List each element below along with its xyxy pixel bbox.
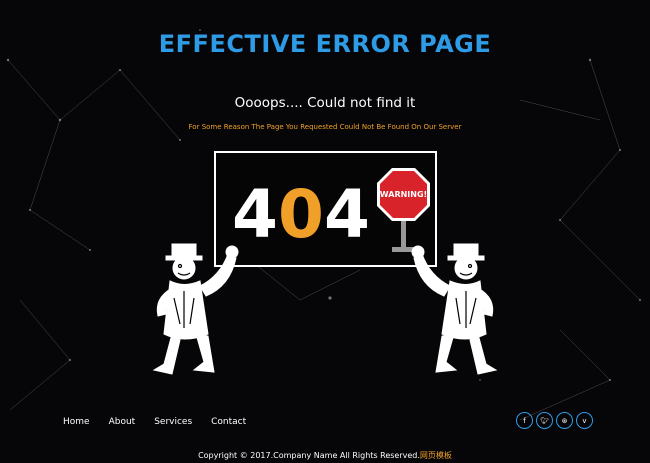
footer-link-contact[interactable]: Contact bbox=[211, 417, 246, 427]
error-heading: Oooops.... Could not find it bbox=[234, 95, 416, 111]
vimeo-icon[interactable]: v bbox=[576, 412, 593, 429]
footer-link-home[interactable]: Home bbox=[63, 417, 90, 427]
error-code: 4 0 4 bbox=[232, 175, 382, 255]
footer-link-about[interactable]: About bbox=[109, 417, 136, 427]
dribbble-icon[interactable]: ⊛ bbox=[556, 412, 573, 429]
warning-text: WARNING! bbox=[380, 190, 427, 199]
facebook-icon[interactable]: f bbox=[516, 412, 533, 429]
error-digit-3: 4 bbox=[324, 176, 370, 253]
copyright: Copyright © 2017.Company Name All Rights… bbox=[0, 450, 650, 461]
mascot-right-icon bbox=[411, 243, 498, 375]
footer-nav: Home About Services Contact bbox=[63, 417, 246, 427]
footer-link-services[interactable]: Services bbox=[154, 417, 192, 427]
twitter-icon[interactable]: 🐦︎ bbox=[536, 412, 553, 429]
page-title: EFFECTIVE ERROR PAGE bbox=[158, 30, 492, 58]
error-reason: For Some Reason The Page You Requested C… bbox=[188, 123, 462, 131]
error-digit-2: 0 bbox=[278, 176, 324, 253]
mascot-left-icon bbox=[152, 243, 239, 375]
copyright-text: Copyright © 2017.Company Name All Rights… bbox=[198, 451, 420, 460]
social-links: f 🐦︎ ⊛ v bbox=[516, 412, 593, 429]
copyright-link[interactable]: 网页模板 bbox=[420, 451, 452, 460]
